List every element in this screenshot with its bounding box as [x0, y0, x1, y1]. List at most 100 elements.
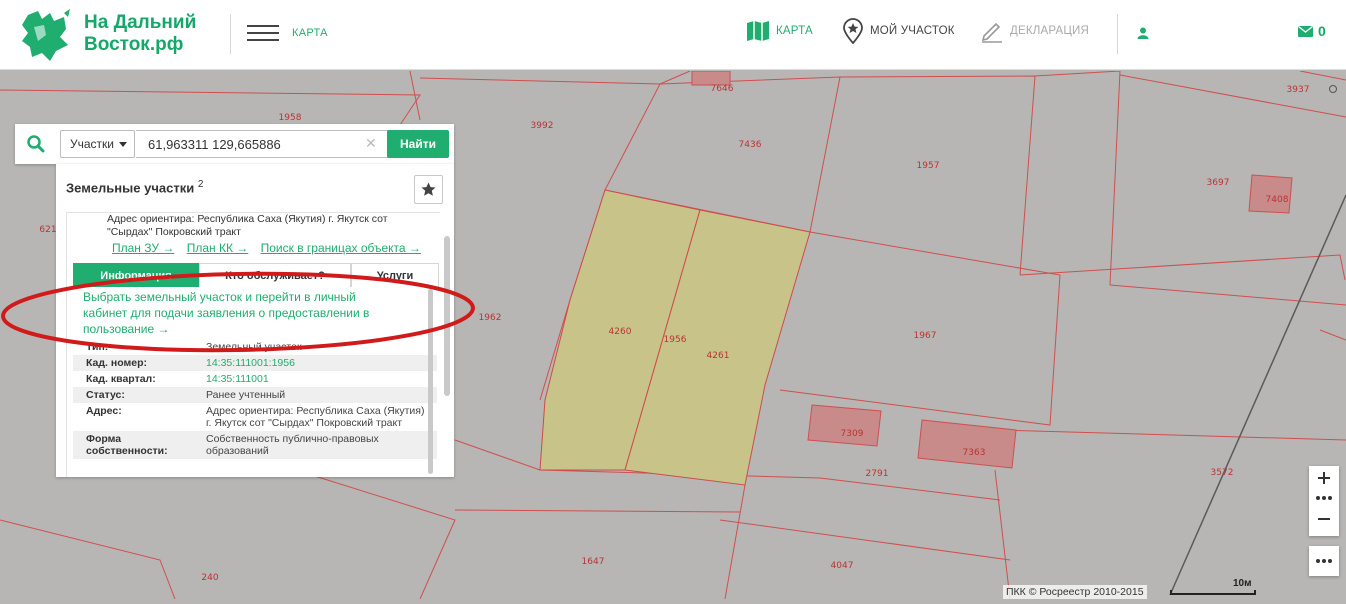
parcel-label: 3992: [531, 121, 554, 131]
brand-name[interactable]: На Дальний Восток.рф: [84, 12, 196, 56]
nav-my-plot[interactable]: Мой участок: [842, 16, 955, 46]
plan-zu-link[interactable]: План ЗУ →: [112, 241, 174, 255]
nav-map-label: Карта: [776, 25, 813, 37]
top-header: На Дальний Восток.рф Карта Карта Мой уча…: [0, 0, 1346, 70]
search-icon[interactable]: [26, 134, 46, 154]
mail-count: 0: [1318, 23, 1326, 39]
map-icon: [747, 21, 769, 41]
parcel-label: 621: [39, 225, 56, 235]
parcel-label: 1647: [582, 557, 605, 567]
dots-icon: [1316, 559, 1332, 563]
pencil-icon: [981, 22, 1002, 43]
logo-icon[interactable]: [20, 7, 72, 63]
attr-key: Тип:: [86, 341, 109, 353]
parcel-label: 1956: [664, 335, 687, 345]
parcel-label: 3572: [1211, 468, 1234, 478]
parcel-label: 7309: [841, 429, 864, 439]
result-address: Адрес ориентира: Республика Саха (Якутия…: [107, 213, 388, 238]
object-type-value: Участки: [70, 137, 114, 151]
mail-button[interactable]: 0: [1298, 23, 1326, 39]
attr-key: Кад. квартал:: [86, 373, 156, 385]
parcel-label: 4047: [831, 561, 854, 571]
result-count: 2: [197, 179, 204, 190]
zoom-in-button[interactable]: [1309, 466, 1339, 489]
parcel-label: 7646: [711, 84, 734, 94]
more-tools-button[interactable]: [1309, 546, 1339, 576]
cadastral-number-link[interactable]: 14:35:111001:1956: [193, 355, 425, 371]
favorite-button[interactable]: [414, 175, 443, 204]
plan-links: План ЗУ → План КК → Поиск в границах объ…: [112, 241, 430, 255]
table-row: Статус: Ранее учтенный: [73, 387, 437, 403]
zoom-more-button[interactable]: [1309, 489, 1339, 507]
object-type-select[interactable]: Участки: [60, 130, 135, 158]
plus-icon: [1318, 471, 1330, 484]
envelope-icon: [1298, 25, 1313, 37]
header-divider: [230, 14, 231, 54]
attr-key: Кад. номер:: [86, 357, 148, 369]
search-bar: Участки ✕ Найти: [15, 124, 454, 164]
parcel-label: 4260: [609, 327, 632, 337]
section-label: Карта: [292, 27, 328, 39]
details-scrollbar[interactable]: [428, 289, 433, 474]
attr-key: Статус:: [86, 389, 125, 401]
table-row: Тип: Земельный участок: [73, 339, 437, 355]
parcel-label: 3697: [1207, 178, 1230, 188]
search-in-bounds-link[interactable]: Поиск в границах объекта →: [261, 241, 421, 255]
attr-value: Собственность публично-правовых образова…: [206, 433, 379, 457]
parcel-label: 1958: [279, 113, 302, 123]
plan-kk-link[interactable]: План КК →: [187, 241, 249, 255]
nav-my-plot-label: Мой участок: [870, 25, 955, 37]
table-row: Кад. квартал: 14:35:111001: [73, 371, 437, 387]
attributes-table: Тип: Земельный участок Кад. номер: 14:35…: [73, 339, 437, 459]
table-row: Адрес: Адрес ориентира: Республика Саха …: [73, 403, 437, 431]
zoom-control: [1309, 466, 1339, 536]
tab-services[interactable]: Услуги: [351, 263, 439, 287]
select-plot-link[interactable]: Выбрать земельный участок и перейти в ли…: [83, 289, 403, 337]
parcel-label: 1967: [914, 331, 937, 341]
tab-info[interactable]: Информация: [73, 263, 199, 287]
panel-scrollbar[interactable]: [444, 236, 450, 396]
parcel-label: 7363: [963, 448, 986, 458]
nav-declaration-label: Декларация: [1010, 25, 1090, 37]
attr-key: Форма собственности:: [86, 433, 168, 457]
map-marker-icon: [1329, 85, 1337, 93]
zoom-out-button[interactable]: [1309, 507, 1339, 530]
attr-value: Адрес ориентира: Республика Саха (Якутия…: [206, 405, 425, 429]
results-panel: Земельные участки 2 Адрес ориентира: Рес…: [56, 164, 454, 477]
parcel-label: 240: [201, 573, 218, 583]
result-tabs: Информация Кто обслуживает? Услуги: [73, 263, 439, 287]
nav-declaration[interactable]: Декларация: [980, 16, 1089, 46]
star-badge-icon: [843, 18, 863, 44]
cadastral-quarter-link[interactable]: 14:35:111001: [193, 371, 425, 387]
brand-name-line2: Восток.рф: [84, 34, 184, 55]
coordinates-input[interactable]: [136, 130, 388, 158]
clear-icon[interactable]: ✕: [365, 135, 377, 152]
dots-icon: [1316, 496, 1332, 500]
parcel-label: 1962: [479, 313, 502, 323]
minus-icon: [1318, 517, 1330, 520]
attribution: ПКК © Росреестр 2010-2015: [1003, 585, 1147, 599]
table-row: Кад. номер: 14:35:111001:1956: [73, 355, 437, 371]
chevron-down-icon: [119, 142, 127, 147]
parcel-label: 2791: [866, 469, 889, 479]
menu-button[interactable]: [247, 23, 279, 43]
parcel-label: 4261: [707, 351, 730, 361]
panel-title: Земельные участки 2: [66, 179, 203, 195]
table-row: Форма собственности: Собственность публи…: [73, 431, 437, 459]
parcel-label: 7408: [1266, 195, 1289, 205]
header-divider-right: [1117, 14, 1118, 54]
tab-who-serves[interactable]: Кто обслуживает?: [199, 263, 351, 287]
user-icon[interactable]: [1137, 27, 1149, 39]
attr-key: Адрес:: [86, 405, 122, 417]
parcel-label: 7436: [739, 140, 762, 150]
attr-value: Земельный участок: [206, 341, 302, 353]
scale-bar: [1170, 590, 1256, 595]
star-icon: [421, 182, 436, 196]
result-details: Адрес ориентира: Республика Саха (Якутия…: [66, 212, 440, 477]
panel-title-text: Земельные участки: [66, 180, 195, 196]
find-button[interactable]: Найти: [387, 130, 449, 158]
parcel-label: 1957: [917, 161, 940, 171]
scale-label: 10м: [1233, 578, 1252, 589]
nav-map[interactable]: Карта: [746, 16, 813, 46]
attr-value: Ранее учтенный: [206, 389, 286, 401]
